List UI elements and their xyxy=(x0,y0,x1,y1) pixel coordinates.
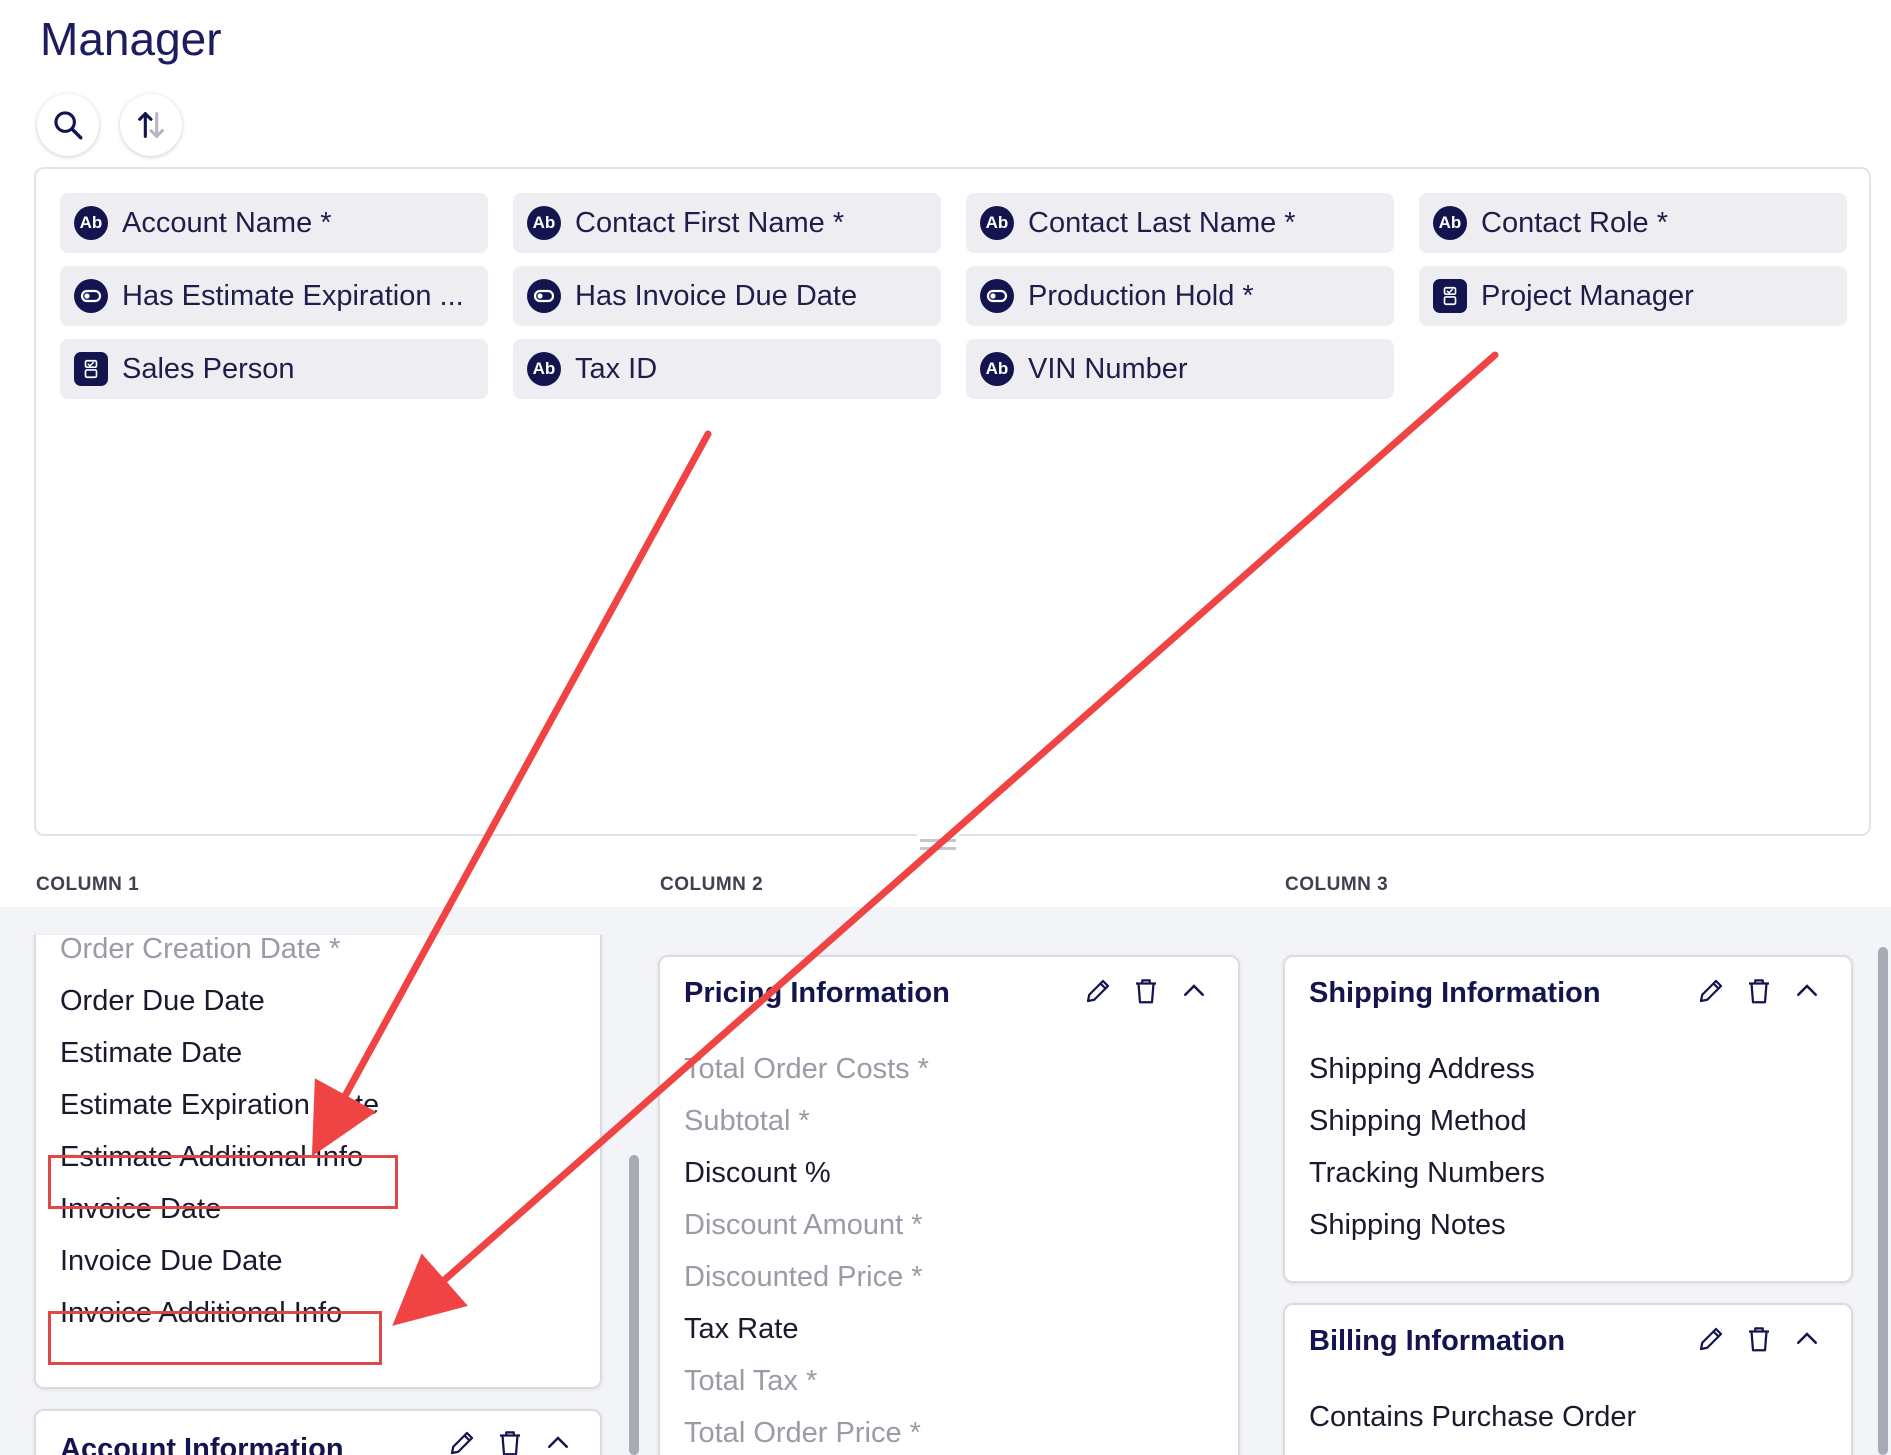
field-chip-label: Contact Role * xyxy=(1481,206,1668,239)
chevron-up-icon[interactable] xyxy=(1791,975,1823,1007)
layout-field[interactable]: Total Order Costs * xyxy=(684,1053,929,1086)
field-chip[interactable]: Has Estimate Expiration ... xyxy=(60,266,488,326)
edit-icon[interactable] xyxy=(446,1427,478,1455)
field-chip[interactable]: Ab Tax ID xyxy=(513,339,941,399)
layout-field[interactable]: Invoice Due Date xyxy=(60,1245,282,1278)
field-chip-label: Tax ID xyxy=(575,352,658,385)
layout-field[interactable]: Tax Rate xyxy=(684,1313,798,1346)
toggle-icon xyxy=(527,279,561,313)
layout-field[interactable]: Shipping Address xyxy=(1309,1053,1535,1086)
page-scrollbar[interactable] xyxy=(1878,947,1888,1455)
available-fields-panel: Ab Account Name * Ab Contact First Name * Ab… xyxy=(34,167,1871,836)
field-chip-label: Has Estimate Expiration ... xyxy=(122,279,462,312)
chevron-up-icon[interactable] xyxy=(1178,975,1210,1007)
layout-field[interactable]: Contains Purchase Order xyxy=(1309,1401,1636,1434)
resize-handle[interactable] xyxy=(917,831,959,857)
column-1-scrollbar[interactable] xyxy=(629,1155,639,1455)
card-title: Billing Information xyxy=(1309,1325,1566,1357)
field-chip-label: Has Invoice Due Date xyxy=(575,279,858,312)
card-title: Shipping Information xyxy=(1309,977,1601,1009)
layout-field[interactable]: Discount % xyxy=(684,1157,831,1190)
pricing-information-card: Pricing Information Total Order Costs * S… xyxy=(658,955,1240,1455)
layout-field[interactable]: Total Tax * xyxy=(684,1365,817,1398)
text-field-icon: Ab xyxy=(1433,206,1467,240)
highlight-invoice-additional-info xyxy=(48,1311,382,1365)
billing-information-card: Billing Information Contains Purchase Or… xyxy=(1283,1303,1853,1455)
card-title: Account Information xyxy=(60,1433,344,1455)
trash-icon[interactable] xyxy=(1130,975,1162,1007)
field-chip[interactable]: Has Invoice Due Date xyxy=(513,266,941,326)
account-information-card: Account Information xyxy=(34,1409,602,1455)
select-list-icon xyxy=(74,352,108,386)
text-field-icon: Ab xyxy=(74,206,108,240)
search-button[interactable] xyxy=(37,94,99,156)
field-chip[interactable]: Production Hold * xyxy=(966,266,1394,326)
select-list-icon xyxy=(1433,279,1467,313)
field-chip[interactable]: Ab VIN Number xyxy=(966,339,1394,399)
layout-field[interactable]: Order Creation Date * xyxy=(60,935,340,966)
layout-field[interactable]: Shipping Method xyxy=(1309,1105,1527,1138)
layout-field[interactable]: Estimate Date xyxy=(60,1037,242,1070)
field-chip[interactable]: Ab Account Name * xyxy=(60,193,488,253)
trash-icon[interactable] xyxy=(1743,1323,1775,1355)
search-icon xyxy=(54,111,83,140)
field-chip-label: Production Hold * xyxy=(1028,279,1254,312)
card-title: Pricing Information xyxy=(684,977,950,1009)
field-chip[interactable]: Project Manager xyxy=(1419,266,1847,326)
column-1-header: COLUMN 1 xyxy=(36,874,140,895)
layout-field[interactable]: Tracking Numbers xyxy=(1309,1157,1545,1190)
field-chip-label: Account Name * xyxy=(122,206,332,239)
layout-field[interactable]: Subtotal * xyxy=(684,1105,810,1138)
field-chip-label: Contact Last Name * xyxy=(1028,206,1296,239)
chevron-up-icon[interactable] xyxy=(542,1427,574,1455)
field-chip-label: Contact First Name * xyxy=(575,206,845,239)
field-chip[interactable]: Ab Contact First Name * xyxy=(513,193,941,253)
column-3-header: COLUMN 3 xyxy=(1285,874,1389,895)
text-field-icon: Ab xyxy=(527,352,561,386)
edit-icon[interactable] xyxy=(1082,975,1114,1007)
layout-field[interactable]: Discounted Price * xyxy=(684,1261,923,1294)
layout-field[interactable]: Estimate Expiration Date xyxy=(60,1089,379,1122)
toggle-icon xyxy=(74,279,108,313)
toggle-icon xyxy=(980,279,1014,313)
field-chip-label: VIN Number xyxy=(1028,352,1188,385)
chevron-up-icon[interactable] xyxy=(1791,1323,1823,1355)
shipping-information-card: Shipping Information Shipping Address Shi… xyxy=(1283,955,1853,1283)
layout-field[interactable]: Order Due Date xyxy=(60,985,265,1018)
trash-icon[interactable] xyxy=(494,1427,526,1455)
page-title: Manager xyxy=(40,13,222,65)
field-chip-label: Project Manager xyxy=(1481,279,1694,312)
field-chip[interactable]: Ab Contact Last Name * xyxy=(966,193,1394,253)
layout-field[interactable]: Total Order Price * xyxy=(684,1417,921,1450)
field-chip-label: Sales Person xyxy=(122,352,295,385)
field-chip[interactable]: Ab Contact Role * xyxy=(1419,193,1847,253)
edit-icon[interactable] xyxy=(1695,975,1727,1007)
sort-button[interactable] xyxy=(120,94,182,156)
layout-field[interactable]: Discount Amount * xyxy=(684,1209,923,1242)
trash-icon[interactable] xyxy=(1743,975,1775,1007)
text-field-icon: Ab xyxy=(527,206,561,240)
layout-field[interactable]: Shipping Notes xyxy=(1309,1209,1506,1242)
column-2-header: COLUMN 2 xyxy=(660,874,764,895)
edit-icon[interactable] xyxy=(1695,1323,1727,1355)
highlight-estimate-additional-info xyxy=(48,1155,398,1209)
field-chip[interactable]: Sales Person xyxy=(60,339,488,399)
text-field-icon: Ab xyxy=(980,206,1014,240)
text-field-icon: Ab xyxy=(980,352,1014,386)
sort-icon xyxy=(138,112,164,138)
